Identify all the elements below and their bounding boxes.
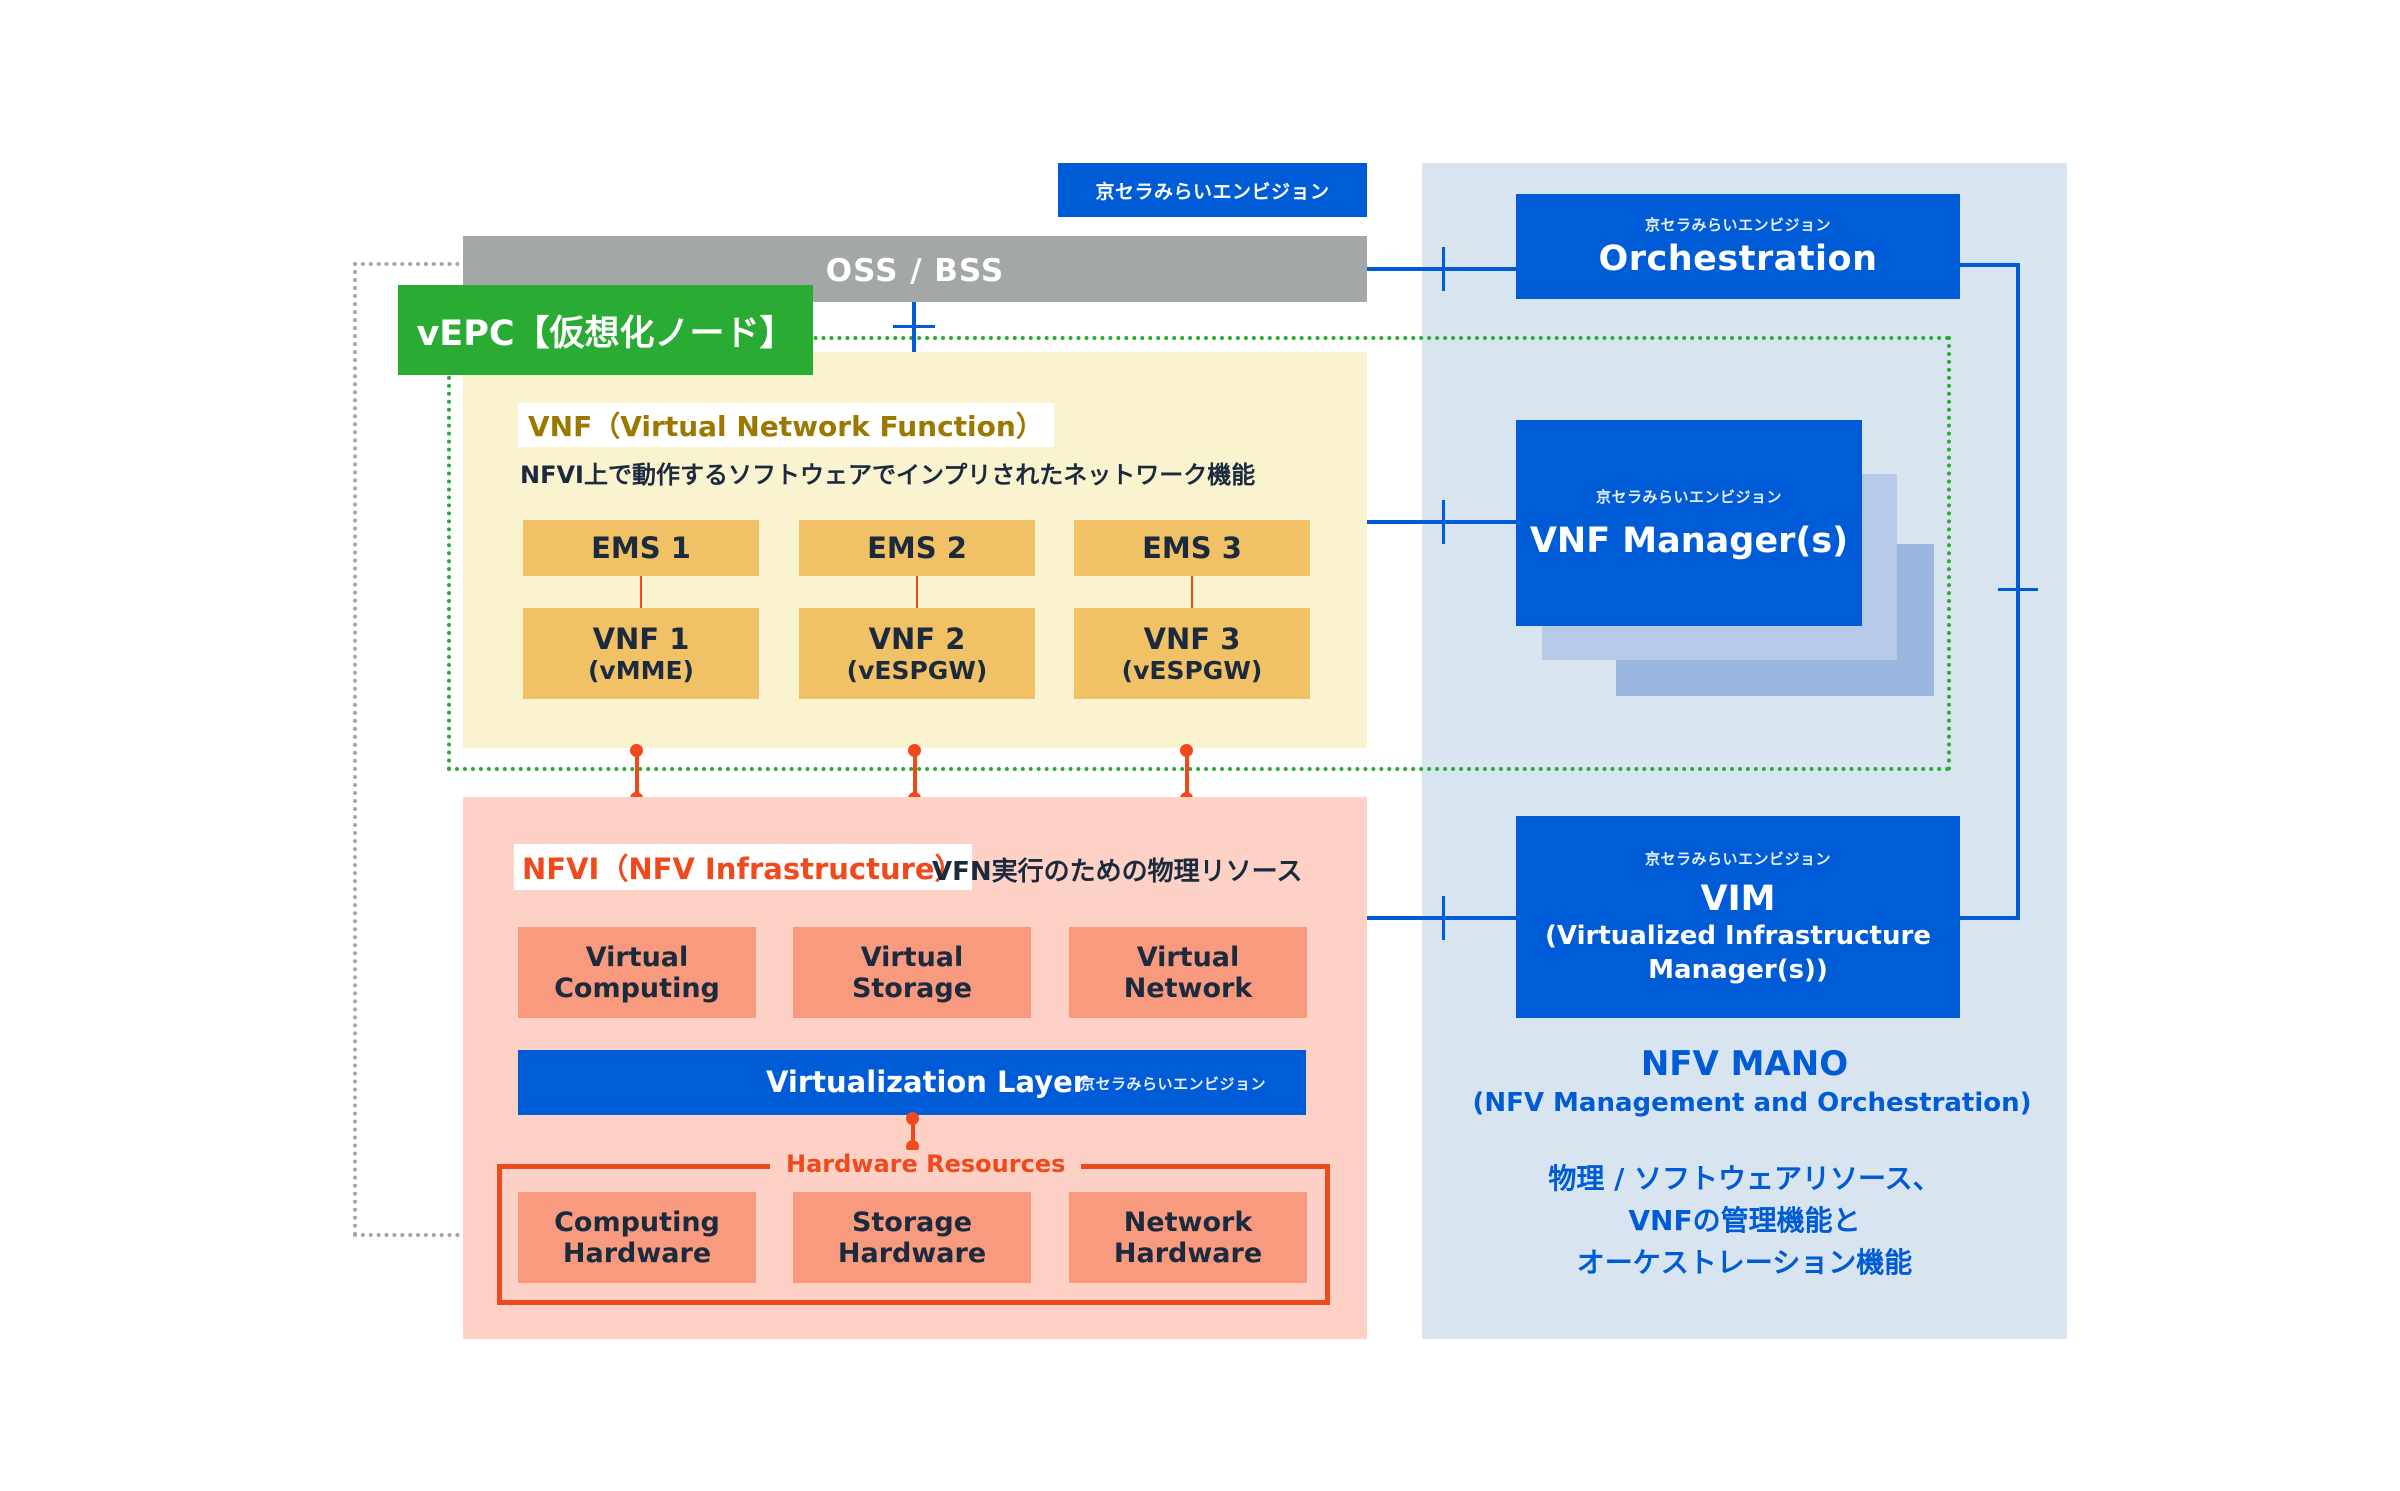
resource-line1: Virtual bbox=[1136, 941, 1240, 973]
mano-title: NFV MANO bbox=[1640, 1044, 1849, 1084]
ems-label: EMS 2 bbox=[867, 531, 967, 565]
connector-dot bbox=[908, 744, 921, 757]
vnf-manager-brand: 京セラみらいエンビジョン bbox=[1595, 487, 1782, 506]
vnf-type: (vESPGW) bbox=[1121, 656, 1263, 685]
hardware-line2: Hardware bbox=[1113, 1237, 1263, 1269]
mano-vertical-bus bbox=[2016, 263, 2020, 920]
orchestration-brand: 京セラみらいエンビジョン bbox=[1644, 216, 1831, 234]
virtual-resource-box[interactable]: Virtual Storage bbox=[793, 927, 1031, 1018]
vnf-box[interactable]: VNF 3 (vESPGW) bbox=[1074, 608, 1310, 699]
vepc-label: vEPC【仮想化ノード】 bbox=[416, 313, 795, 354]
ems-label: EMS 3 bbox=[1142, 531, 1242, 565]
mano-description-line: VNFの管理機能と bbox=[1628, 1204, 1861, 1237]
hardware-box[interactable]: Network Hardware bbox=[1069, 1192, 1307, 1283]
vnf-manager-box[interactable]: 京セラみらいエンビジョン VNF Manager(s) bbox=[1516, 420, 1862, 626]
virtual-resource-box[interactable]: Virtual Computing bbox=[518, 927, 756, 1018]
mano-description-line: オーケストレーション機能 bbox=[1576, 1246, 1913, 1279]
vim-brand: 京セラみらいエンビジョン bbox=[1644, 849, 1831, 868]
vim-line2: (Virtualized Infrastructure bbox=[1545, 920, 1931, 951]
vnf-name: VNF 1 bbox=[592, 622, 690, 656]
resource-line2: Computing bbox=[554, 972, 720, 1004]
virtual-resource-box[interactable]: Virtual Network bbox=[1069, 927, 1307, 1018]
hardware-line2: Hardware bbox=[562, 1237, 712, 1269]
ems-box[interactable]: EMS 1 bbox=[523, 520, 759, 576]
mano-subtitle: (NFV Management and Orchestration) bbox=[1472, 1088, 2032, 1118]
hardware-line1: Storage bbox=[851, 1206, 973, 1238]
orchestration-box[interactable]: 京セラみらいエンビジョン Orchestration bbox=[1516, 194, 1960, 299]
ems-vnf-connector bbox=[916, 576, 918, 608]
vnf-type: (vESPGW) bbox=[846, 656, 988, 685]
ems-box[interactable]: EMS 3 bbox=[1074, 520, 1310, 576]
resource-line2: Storage bbox=[851, 972, 973, 1004]
connector-tick bbox=[1442, 896, 1445, 940]
bus-tick bbox=[1998, 588, 2038, 591]
vnf-type: (vMME) bbox=[588, 656, 694, 685]
ems-vnf-connector bbox=[1191, 576, 1193, 608]
orchestration-label: Orchestration bbox=[1598, 239, 1878, 279]
orchestration-bus-connector bbox=[1960, 263, 2020, 267]
hardware-line2: Hardware bbox=[837, 1237, 987, 1269]
brand-tag-label: 京セラみらいエンビジョン bbox=[1095, 180, 1330, 203]
hardware-line1: Computing bbox=[554, 1206, 720, 1238]
virtualization-layer-label: Virtualization Layer bbox=[766, 1065, 1088, 1099]
resource-line1: Virtual bbox=[585, 941, 689, 973]
vnf-nfvi-connector bbox=[913, 750, 917, 798]
vim-line3: Manager(s)) bbox=[1648, 954, 1828, 985]
resource-line2: Network bbox=[1123, 972, 1253, 1004]
hardware-line1: Network bbox=[1123, 1206, 1253, 1238]
vim-label: VIM bbox=[1700, 878, 1776, 919]
mano-description-line: 物理 / ソフトウェアリソース、 bbox=[1548, 1162, 1941, 1195]
connector-dot bbox=[630, 744, 643, 757]
vepc-label-box: vEPC【仮想化ノード】 bbox=[398, 285, 813, 375]
ems-vnf-connector bbox=[640, 576, 642, 608]
vnf-nfvi-connector bbox=[635, 750, 639, 798]
connector-dot bbox=[1180, 744, 1193, 757]
vnf-name: VNF 3 bbox=[1143, 622, 1241, 656]
connector-tick bbox=[1442, 500, 1445, 544]
vnf-box[interactable]: VNF 1 (vMME) bbox=[523, 608, 759, 699]
vnf-manager-label: VNF Manager(s) bbox=[1529, 520, 1849, 561]
oss-bss-label: OSS / BSS bbox=[825, 253, 1005, 289]
connector-tick bbox=[893, 325, 935, 328]
hardware-box[interactable]: Storage Hardware bbox=[793, 1192, 1031, 1283]
vnf-box[interactable]: VNF 2 (vESPGW) bbox=[799, 608, 1035, 699]
nfvi-section-subtitle: VFN実行のための物理リソース bbox=[932, 857, 1303, 887]
vim-box[interactable]: 京セラみらいエンビジョン VIM (Virtualized Infrastruc… bbox=[1516, 816, 1960, 1018]
vim-bus-connector bbox=[1960, 916, 2020, 920]
resource-line1: Virtual bbox=[860, 941, 964, 973]
connector-tick bbox=[1442, 247, 1445, 291]
brand-tag: 京セラみらいエンビジョン bbox=[1058, 163, 1367, 217]
hardware-box[interactable]: Computing Hardware bbox=[518, 1192, 756, 1283]
virtualization-layer-bar[interactable]: Virtualization Layer 京セラみらいエンビジョン bbox=[518, 1050, 1306, 1115]
virtualization-layer-brand: 京セラみらいエンビジョン bbox=[1080, 1075, 1267, 1093]
vnf-section-title: VNF（Virtual Network Function） bbox=[518, 403, 1054, 447]
vnf-name: VNF 2 bbox=[868, 622, 966, 656]
hardware-resources-label: Hardware Resources bbox=[770, 1150, 1082, 1178]
connector-dot bbox=[906, 1112, 919, 1125]
vnf-nfvi-connector bbox=[1185, 750, 1189, 798]
ems-label: EMS 1 bbox=[591, 531, 691, 565]
vnf-section-subtitle: NFVI上で動作するソフトウェアでインプリされたネットワーク機能 bbox=[520, 461, 1256, 489]
nfvi-section-title: NFVI（NFV Infrastructure） bbox=[514, 844, 972, 890]
ems-box[interactable]: EMS 2 bbox=[799, 520, 1035, 576]
